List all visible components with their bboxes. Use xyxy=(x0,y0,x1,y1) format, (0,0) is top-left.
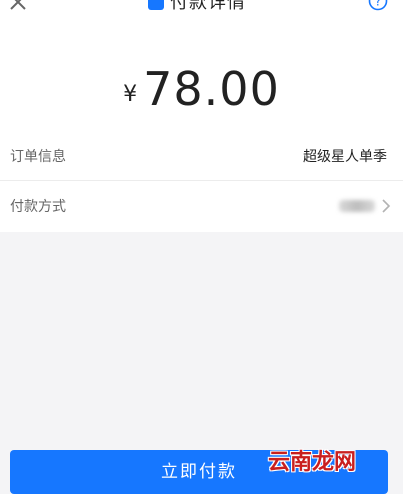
order-info-label: 订单信息 xyxy=(10,148,66,165)
svg-text:?: ? xyxy=(375,0,381,9)
payment-method-row[interactable]: 付款方式 xyxy=(0,181,403,231)
payment-method-selector[interactable] xyxy=(339,198,391,214)
payment-method-label: 付款方式 xyxy=(10,199,66,215)
page-title: 付款详情 xyxy=(148,0,246,13)
amount-value: 78.00 xyxy=(143,62,280,116)
order-info-value: 超级星人单季 xyxy=(303,148,387,165)
payment-method-value xyxy=(339,200,375,212)
pay-now-label: 立即付款 xyxy=(161,461,237,482)
alipay-logo-icon xyxy=(148,0,164,10)
chevron-right-icon xyxy=(382,199,391,213)
order-info-row: 订单信息 超级星人单季 xyxy=(0,131,403,181)
help-button[interactable]: ? xyxy=(368,0,388,11)
close-icon xyxy=(10,0,26,10)
payment-amount: ¥78.00 xyxy=(0,62,403,116)
page-title-text: 付款详情 xyxy=(170,0,246,13)
help-icon: ? xyxy=(368,0,388,11)
currency-symbol: ¥ xyxy=(123,82,138,107)
watermark: 云南龙网 xyxy=(268,450,357,475)
close-button[interactable] xyxy=(8,0,28,12)
header-bar: 付款详情 ? xyxy=(0,0,403,14)
